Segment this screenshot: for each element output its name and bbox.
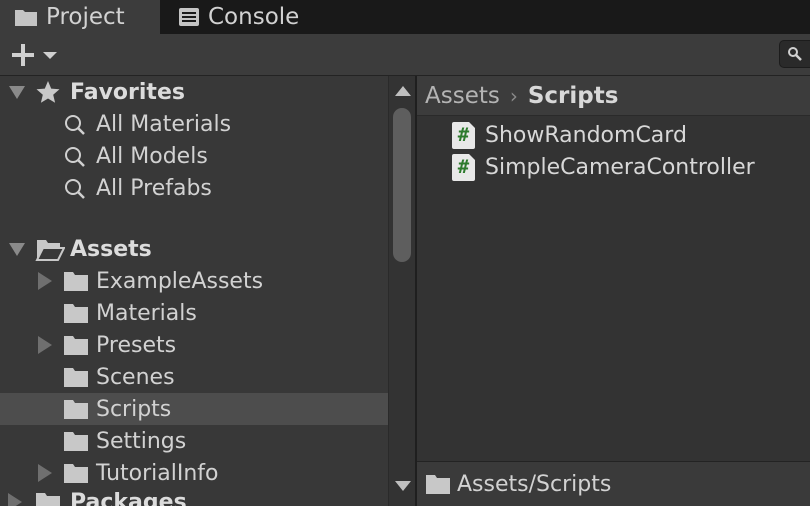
tree-item-label: TutorialInfo xyxy=(96,460,219,486)
tree-item-all-prefabs[interactable]: All Prefabs xyxy=(0,172,388,204)
breadcrumb: Assets › Scripts xyxy=(417,76,810,116)
search-icon xyxy=(65,179,85,199)
tab-console[interactable]: Console xyxy=(178,0,299,34)
tree-item-label: Scenes xyxy=(96,364,175,390)
expand-arrow-icon[interactable] xyxy=(9,86,25,99)
folder-icon xyxy=(36,493,60,506)
scroll-down-arrow-icon[interactable] xyxy=(395,481,411,491)
expand-arrow-icon[interactable] xyxy=(8,493,22,506)
tree-item-label: All Prefabs xyxy=(96,175,212,201)
expand-arrow-icon[interactable] xyxy=(38,464,52,482)
tree-item-label: All Materials xyxy=(96,111,232,137)
folder-icon xyxy=(64,432,88,451)
project-toolbar xyxy=(0,34,810,76)
folder-icon xyxy=(64,272,88,291)
tab-project-label: Project xyxy=(46,4,125,30)
search-icon xyxy=(65,147,85,167)
chevron-right-icon: › xyxy=(509,83,518,108)
tree-item-label: Materials xyxy=(96,300,197,326)
tree-item-packages[interactable]: Packages xyxy=(0,486,388,506)
tree-item-label: Favorites xyxy=(70,79,185,105)
tree-item-label: Packages xyxy=(70,489,187,506)
folder-icon xyxy=(64,336,88,355)
tree-item-label: All Models xyxy=(96,143,208,169)
folder-open-icon xyxy=(35,240,65,261)
tree-item-assets[interactable]: Assets xyxy=(0,233,388,265)
scroll-up-arrow-icon[interactable] xyxy=(395,86,411,96)
selected-path-label: Assets/Scripts xyxy=(457,471,612,497)
project-tree[interactable]: Favorites All Materials All Models All P… xyxy=(0,76,388,506)
tab-console-label: Console xyxy=(208,4,300,30)
tree-item-favorites[interactable]: Favorites xyxy=(0,76,388,108)
star-icon xyxy=(36,81,60,103)
asset-item-showrandomcard[interactable]: # ShowRandomCard xyxy=(452,120,687,150)
breadcrumb-assets[interactable]: Assets xyxy=(425,83,500,109)
tree-item-settings[interactable]: Settings xyxy=(0,425,388,457)
expand-arrow-icon[interactable] xyxy=(38,272,52,290)
tree-item-scenes[interactable]: Scenes xyxy=(0,361,388,393)
tree-item-exampleassets[interactable]: ExampleAssets xyxy=(0,265,388,297)
breadcrumb-scripts[interactable]: Scripts xyxy=(528,83,619,109)
tree-item-all-models[interactable]: All Models xyxy=(0,140,388,172)
tree-item-label: Settings xyxy=(96,428,187,454)
folder-icon xyxy=(15,10,37,26)
expand-arrow-icon[interactable] xyxy=(9,243,25,256)
tree-item-label: Assets xyxy=(70,236,152,262)
asset-item-simplecameracontroller[interactable]: # SimpleCameraController xyxy=(452,152,755,182)
folder-icon xyxy=(64,464,88,483)
asset-item-label: SimpleCameraController xyxy=(485,154,755,180)
csharp-script-icon: # xyxy=(452,121,475,149)
tree-scroll-thumb[interactable] xyxy=(393,108,411,262)
tree-item-scripts[interactable]: Scripts xyxy=(0,393,388,425)
csharp-script-icon: # xyxy=(452,153,475,181)
chevron-down-icon xyxy=(43,52,57,59)
tree-item-label: Presets xyxy=(96,332,177,358)
tree-item-all-materials[interactable]: All Materials xyxy=(0,108,388,140)
tab-bar: Project Console xyxy=(0,0,810,34)
search-button[interactable] xyxy=(779,40,810,68)
folder-icon xyxy=(426,475,450,494)
tree-item-tutorialinfo[interactable]: TutorialInfo xyxy=(0,457,388,489)
plus-icon xyxy=(12,44,34,66)
tree-item-label: ExampleAssets xyxy=(96,268,264,294)
expand-arrow-icon[interactable] xyxy=(38,336,52,354)
tab-project[interactable]: Project xyxy=(0,0,160,34)
search-icon xyxy=(788,47,802,61)
tree-item-materials[interactable]: Materials xyxy=(0,297,388,329)
folder-icon xyxy=(64,304,88,323)
tree-item-presets[interactable]: Presets xyxy=(0,329,388,361)
folder-icon xyxy=(64,368,88,387)
tree-item-label: Scripts xyxy=(96,396,172,422)
asset-item-label: ShowRandomCard xyxy=(485,122,687,148)
create-asset-button[interactable] xyxy=(10,40,66,70)
selected-path-bar: Assets/Scripts xyxy=(417,461,810,506)
console-icon xyxy=(179,8,199,26)
folder-icon xyxy=(64,400,88,419)
search-icon xyxy=(65,115,85,135)
